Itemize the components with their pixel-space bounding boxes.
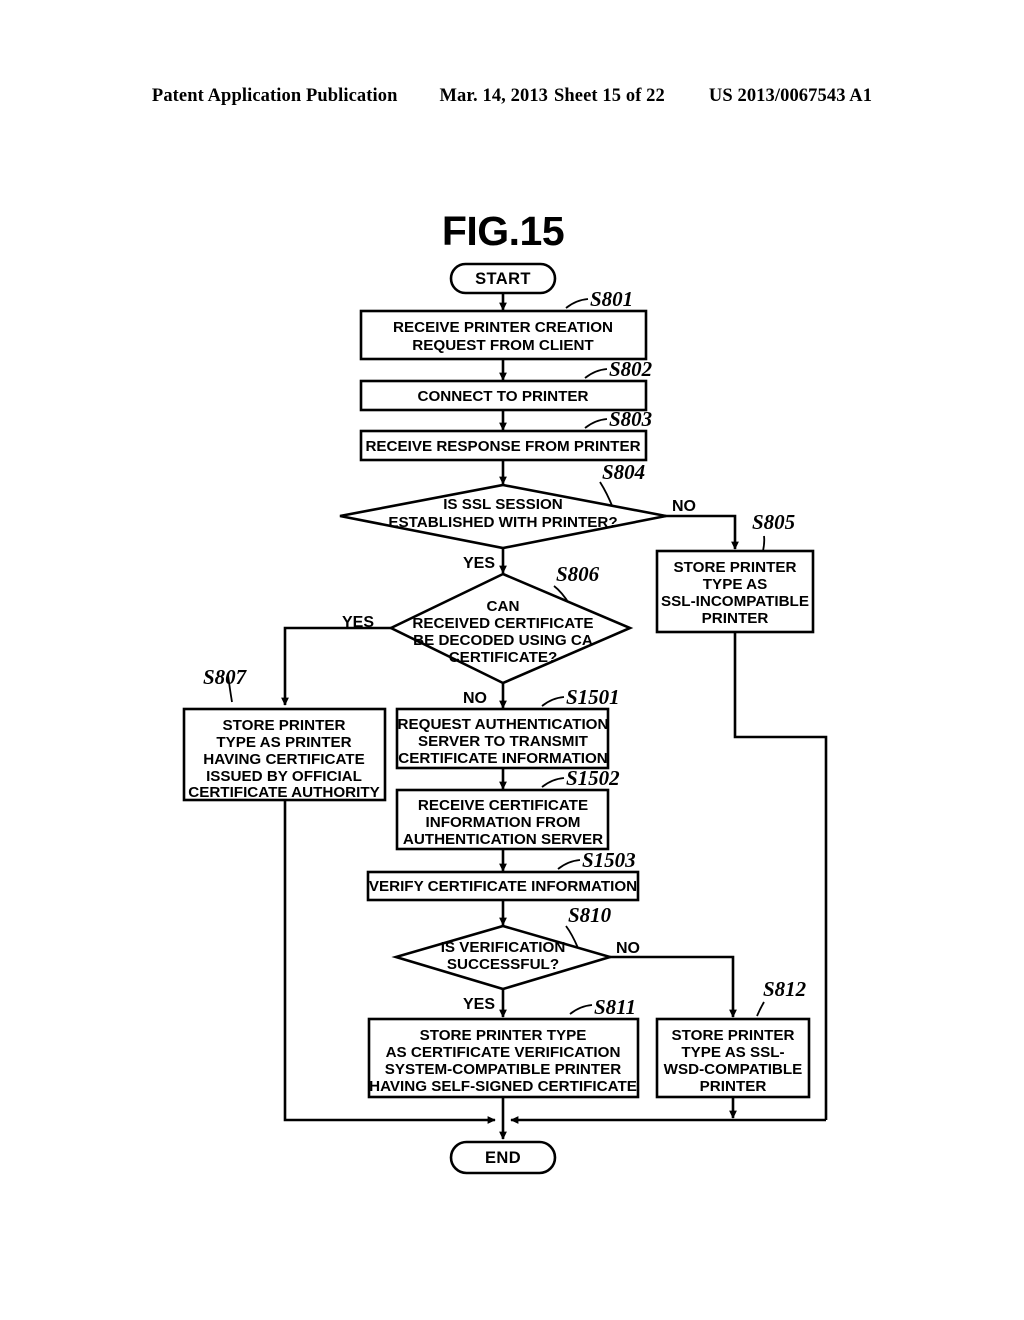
s810-no-label: NO (616, 940, 640, 957)
node-s1501: REQUEST AUTHENTICATION SERVER TO TRANSMI… (395, 685, 620, 770)
s801-step-label: S801 (590, 287, 633, 311)
s804-yes-label: YES (463, 555, 495, 572)
s806-step-label: S806 (556, 562, 600, 586)
leader-s1503 (557, 859, 581, 870)
s807-step-label: S807 (203, 665, 248, 689)
leader-s1502 (541, 777, 565, 788)
s811-line-3: SYSTEM-COMPATIBLE PRINTER (385, 1061, 622, 1078)
s1501-line-3: CERTIFICATE INFORMATION (398, 750, 608, 767)
s811-step-label: S811 (594, 995, 636, 1019)
node-s802: CONNECT TO PRINTER S802 (359, 357, 653, 412)
s1502-line-3: AUTHENTICATION SERVER (403, 831, 603, 848)
s811-line-4: HAVING SELF-SIGNED CERTIFICATE (369, 1078, 637, 1095)
leader-s801 (565, 298, 589, 309)
end-label: END (485, 1149, 521, 1167)
connector-s806-yes-s807 (281, 626, 391, 706)
s1502-step-label: S1502 (566, 766, 620, 790)
leader-s803 (584, 418, 608, 429)
node-s1502: RECEIVE CERTIFICATE INFORMATION FROM AUT… (395, 766, 620, 851)
leader-s812 (756, 1001, 765, 1017)
s803-step-label: S803 (609, 407, 652, 431)
s805-line-2: TYPE AS (703, 576, 767, 593)
start-label: START (475, 270, 531, 288)
s802-line-1: CONNECT TO PRINTER (417, 388, 588, 405)
s805-line-3: SSL-INCOMPATIBLE (661, 593, 809, 610)
s807-line-4: ISSUED BY OFFICIAL (206, 768, 362, 785)
s811-line-2: AS CERTIFICATE VERIFICATION (386, 1044, 621, 1061)
node-start: START (449, 262, 557, 295)
s812-step-label: S812 (763, 977, 807, 1001)
leader-s1501 (541, 696, 565, 707)
node-s804: IS SSL SESSION ESTABLISHED WITH PRINTER?… (339, 460, 696, 572)
s812-line-2: TYPE AS SSL- (681, 1044, 784, 1061)
s1502-line-1: RECEIVE CERTIFICATE (418, 797, 588, 814)
connector-s804-no-s805 (665, 514, 739, 550)
s804-line-1: IS SSL SESSION (443, 496, 563, 513)
s807-line-5: CERTIFICATE AUTHORITY (188, 784, 380, 801)
s805-line-4: PRINTER (702, 610, 769, 627)
s806-line-2: RECEIVED CERTIFICATE (412, 615, 593, 632)
s806-line-1: CAN (487, 598, 520, 615)
s1501-line-1: REQUEST AUTHENTICATION (398, 716, 609, 733)
s806-line-4: CERTIFICATE? (449, 649, 558, 666)
s806-no-label: NO (463, 690, 487, 707)
s812-line-3: WSD-COMPATIBLE (664, 1061, 803, 1078)
s802-step-label: S802 (609, 357, 653, 381)
s804-line-2: ESTABLISHED WITH PRINTER? (388, 514, 617, 531)
s811-line-1: STORE PRINTER TYPE (420, 1027, 587, 1044)
s1501-step-label: S1501 (566, 685, 620, 709)
s812-line-4: PRINTER (700, 1078, 767, 1095)
leader-s802 (584, 368, 608, 379)
s812-line-1: STORE PRINTER (672, 1027, 795, 1044)
s1501-line-2: SERVER TO TRANSMIT (418, 733, 589, 750)
s803-line-1: RECEIVE RESPONSE FROM PRINTER (365, 438, 640, 455)
node-s803: RECEIVE RESPONSE FROM PRINTER S803 (359, 407, 652, 462)
s801-line-2: REQUEST FROM CLIENT (412, 337, 594, 354)
s806-line-3: BE DECODED USING CA (413, 632, 593, 649)
s801-line-1: RECEIVE PRINTER CREATION (393, 319, 613, 336)
node-end: END (449, 1140, 557, 1175)
s805-line-1: STORE PRINTER (674, 559, 797, 576)
s810-line-2: SUCCESSFUL? (447, 956, 559, 973)
s810-line-1: IS VERIFICATION (441, 939, 566, 956)
flowchart-svg: FIG.15 START RECEIVE PRINTER CREATION RE… (182, 208, 828, 1175)
s1503-line-1: VERIFY CERTIFICATE INFORMATION (369, 878, 637, 895)
s806-yes-label: YES (342, 614, 374, 631)
patent-page: Patent Application Publication Mar. 14, … (0, 0, 1024, 1320)
s807-line-3: HAVING CERTIFICATE (203, 751, 364, 768)
s807-line-2: TYPE AS PRINTER (216, 734, 351, 751)
s810-step-label: S810 (568, 903, 612, 927)
s1502-line-2: INFORMATION FROM (426, 814, 581, 831)
s810-yes-label: YES (463, 996, 495, 1013)
s804-no-label: NO (672, 498, 696, 515)
s1503-step-label: S1503 (582, 848, 636, 872)
s804-step-label: S804 (602, 460, 645, 484)
figure-title: FIG.15 (442, 208, 564, 254)
flowchart-container: FIG.15 START RECEIVE PRINTER CREATION RE… (0, 0, 1024, 1320)
leader-s811 (569, 1004, 593, 1015)
s805-step-label: S805 (752, 510, 795, 534)
s807-line-1: STORE PRINTER (223, 717, 346, 734)
